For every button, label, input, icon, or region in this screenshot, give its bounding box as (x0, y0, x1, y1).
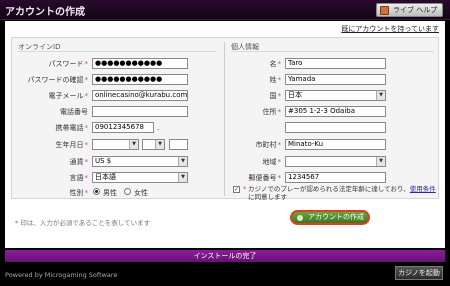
country-label: 国* (269, 92, 282, 100)
section-line (18, 51, 216, 52)
mobile-separator: . (157, 124, 160, 132)
person-icon (380, 6, 389, 15)
birth-month-select[interactable]: ▼ (142, 139, 165, 150)
phone-label: 電話番号 (60, 108, 88, 116)
birthdate-label: 生年月日* (55, 141, 89, 149)
country-select[interactable]: 日本 ▼ (285, 90, 386, 101)
address-label: 住所* (262, 108, 282, 116)
terms-checkbox[interactable]: ✓ (233, 186, 240, 193)
form-panel: 既にアカウントを持っています オンラインID パスワード* ●●●●●●●●●●… (5, 21, 445, 248)
phone-field[interactable] (92, 106, 188, 117)
chevron-down-icon: ▼ (178, 157, 187, 166)
column-divider (224, 42, 225, 196)
postal-code-field[interactable]: 1234567 (285, 172, 386, 183)
gender-label: 性別* (69, 189, 89, 197)
title-bar: アカウントの作成 ライブ ヘルプ (0, 0, 450, 20)
language-label: 言語* (69, 174, 89, 182)
mobile-label: 携帯電話* (55, 124, 89, 132)
currency-label: 通貨* (69, 158, 89, 166)
birth-day-field[interactable] (169, 139, 188, 150)
address-field[interactable]: #305 1-2-3 Odaiba (285, 106, 386, 117)
mobile-field[interactable]: 09012345678 (92, 122, 154, 133)
first-name-field[interactable]: Taro (285, 58, 386, 69)
address-line2-field[interactable] (285, 122, 386, 133)
first-name-label: 名* (269, 60, 282, 68)
powered-by-text: Powered by Microgaming Software (5, 271, 118, 279)
birth-year-select[interactable]: ▼ (92, 139, 139, 150)
section-line (231, 51, 434, 52)
terms-of-use-link[interactable]: 使用条件 (410, 185, 436, 193)
gender-female-text: 女性 (134, 189, 148, 197)
chevron-down-icon: ▼ (129, 140, 138, 149)
last-name-label: 姓* (269, 76, 282, 84)
password-confirm-label: パスワードの確認* (27, 76, 89, 84)
gender-male-radio[interactable] (93, 188, 100, 195)
region-select[interactable]: ▼ (285, 156, 386, 167)
region-label: 地域* (262, 158, 282, 166)
email-label: 電子メール* (48, 92, 89, 100)
password-label: パスワード* (48, 60, 89, 68)
password-confirm-field[interactable]: ●●●●●●●●●●● (92, 74, 188, 85)
launch-casino-button[interactable]: カジノを起動 (395, 266, 443, 280)
chevron-down-icon: ▼ (178, 173, 187, 182)
postal-code-label: 郵便番号* (248, 174, 282, 182)
chevron-down-icon: ▼ (155, 140, 164, 149)
have-account-link[interactable]: 既にアカウントを持っています (341, 24, 439, 34)
gender-male-text: 男性 (103, 189, 117, 197)
create-account-label: アカウントの作成 (308, 213, 364, 221)
form-area: オンラインID パスワード* ●●●●●●●●●●● パスワードの確認* ●●●… (11, 37, 439, 201)
terms-text: カジノでのプレーが認められる法定年齢に達しており、使用条件に同意します (248, 185, 436, 201)
email-field[interactable]: onlinecasino@kurabu.com (92, 90, 188, 101)
live-help-label: ライブ ヘルプ (393, 6, 438, 14)
window-title: アカウントの作成 (5, 7, 85, 18)
city-field[interactable]: Minato-Ku (285, 139, 386, 150)
gender-female-radio[interactable] (124, 188, 131, 195)
last-name-field[interactable]: Yamada (285, 74, 386, 85)
required-note: * 印は、入力が必須であることを表しています (15, 219, 151, 227)
arrow-icon (297, 215, 303, 221)
chevron-down-icon: ▼ (376, 91, 385, 100)
terms-required-mark: * (243, 185, 247, 193)
create-account-button[interactable]: アカウントの作成 (290, 210, 370, 225)
live-help-button[interactable]: ライブ ヘルプ (376, 3, 443, 17)
chevron-down-icon: ▼ (376, 157, 385, 166)
currency-select[interactable]: US $ ▼ (92, 156, 188, 167)
install-complete-bar: インストールの完了 (5, 250, 445, 262)
password-field[interactable]: ●●●●●●●●●●● (92, 58, 188, 69)
city-label: 市町村* (255, 141, 282, 149)
language-select[interactable]: 日本語 ▼ (92, 172, 188, 183)
